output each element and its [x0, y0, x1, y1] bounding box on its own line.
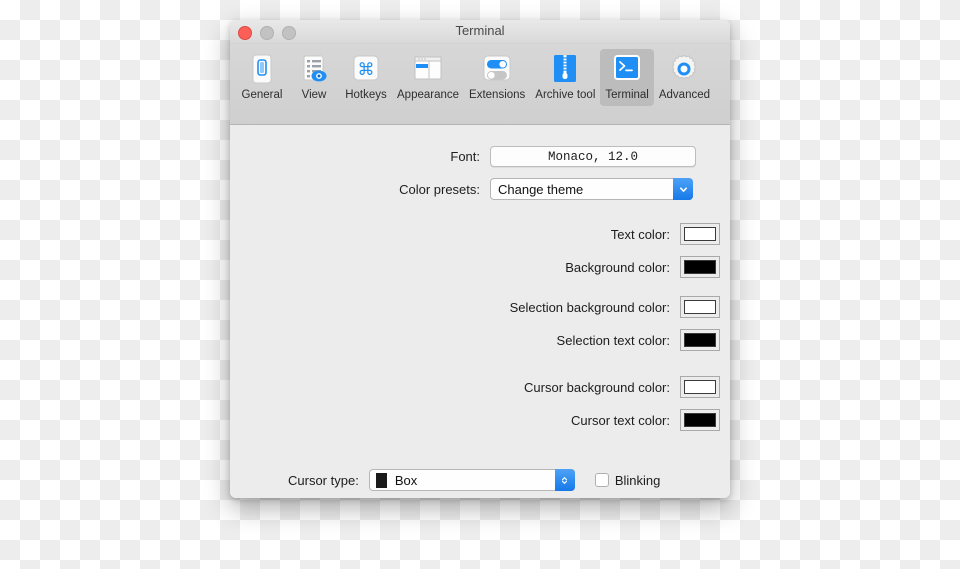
- text-color-label: Text color:: [610, 226, 670, 242]
- toolbar-item-general[interactable]: General: [236, 49, 288, 106]
- font-button[interactable]: Monaco, 12.0: [490, 146, 696, 167]
- blinking-label: Blinking: [614, 472, 661, 488]
- cursor-background-color-swatch: [684, 380, 716, 394]
- font-row: Font: Monaco, 12.0: [230, 146, 696, 167]
- cursor-text-color-well[interactable]: [680, 409, 720, 431]
- general-icon: [245, 52, 279, 86]
- selection-background-color-label: Selection background color:: [509, 299, 670, 315]
- color-presets-label: Color presets:: [399, 181, 480, 197]
- text-color-row: Text color:: [230, 223, 720, 245]
- preferences-toolbar: General View ⌘ Hotkeys Appearance Extens…: [230, 44, 730, 125]
- cursor-type-row: Cursor type: Box Blinking: [288, 469, 660, 491]
- cursor-type-label: Cursor type:: [288, 472, 359, 488]
- selection-background-color-row: Selection background color:: [230, 296, 720, 318]
- terminal-icon: [610, 52, 644, 86]
- font-label: Font:: [450, 149, 480, 164]
- selection-background-color-well[interactable]: [680, 296, 720, 318]
- cursor-background-color-row: Cursor background color:: [230, 376, 720, 398]
- toolbar-item-archive-tool[interactable]: Archive tool: [530, 49, 600, 106]
- background-color-row: Background color:: [230, 256, 720, 278]
- toolbar-item-label: Extensions: [469, 89, 526, 101]
- background-color-well[interactable]: [680, 256, 720, 278]
- chevron-down-icon[interactable]: [673, 178, 693, 200]
- toolbar-item-label: General: [241, 89, 283, 101]
- extensions-icon: [480, 52, 514, 86]
- cursor-text-color-swatch: [684, 413, 716, 427]
- toolbar-item-label: Hotkeys: [345, 89, 387, 101]
- cursor-type-popup[interactable]: Box: [368, 469, 575, 491]
- text-color-well[interactable]: [680, 223, 720, 245]
- selection-text-color-label: Selection text color:: [556, 332, 670, 348]
- background-color-label: Background color:: [565, 259, 670, 275]
- advanced-icon: [667, 52, 701, 86]
- selection-text-color-well[interactable]: [680, 329, 720, 351]
- toolbar-item-label: Archive tool: [535, 89, 596, 101]
- blinking-checkbox[interactable]: [594, 473, 609, 487]
- view-icon: [297, 52, 331, 86]
- cursor-background-color-well[interactable]: [680, 376, 720, 398]
- selection-text-color-row: Selection text color:: [230, 329, 720, 351]
- toolbar-item-view[interactable]: View: [288, 49, 340, 106]
- toolbar-item-terminal[interactable]: Terminal: [600, 49, 654, 106]
- cursor-background-color-label: Cursor background color:: [524, 379, 670, 395]
- terminal-settings-pane: Font: Monaco, 12.0 Color presets: Change…: [230, 125, 730, 498]
- cursor-type-value: Box: [394, 472, 418, 488]
- color-presets-combobox[interactable]: Change theme: [490, 178, 693, 200]
- svg-text:⌘: ⌘: [358, 60, 375, 80]
- cursor-shape-swatch: [375, 472, 387, 488]
- toolbar-item-extensions[interactable]: Extensions: [464, 49, 530, 106]
- preferences-window: Terminal General View ⌘ Hotkeys Appearan…: [230, 20, 730, 498]
- toolbar-item-label: View: [301, 89, 327, 101]
- toolbar-item-appearance[interactable]: Appearance: [392, 49, 464, 106]
- blinking-checkbox-row[interactable]: Blinking: [594, 472, 661, 488]
- hotkeys-icon: ⌘: [349, 52, 383, 86]
- toolbar-item-label: Terminal: [605, 89, 649, 101]
- appearance-icon: [411, 52, 445, 86]
- color-presets-row: Color presets: Change theme: [230, 178, 693, 200]
- window-titlebar: Terminal: [230, 20, 730, 44]
- selection-background-color-swatch: [684, 300, 716, 314]
- toolbar-item-hotkeys[interactable]: ⌘ Hotkeys: [340, 49, 392, 106]
- chevron-up-down-icon[interactable]: [554, 469, 575, 491]
- archive-tool-icon: [548, 52, 582, 86]
- toolbar-item-label: Appearance: [397, 89, 460, 101]
- toolbar-item-label: Advanced: [658, 89, 711, 101]
- toolbar-item-advanced[interactable]: Advanced: [654, 49, 715, 106]
- cursor-text-color-row: Cursor text color:: [230, 409, 720, 431]
- color-presets-value: Change theme: [498, 181, 584, 197]
- window-title: Terminal: [455, 23, 505, 38]
- selection-text-color-swatch: [684, 333, 716, 347]
- cursor-text-color-label: Cursor text color:: [571, 412, 670, 428]
- background-color-swatch: [684, 260, 716, 274]
- text-color-swatch: [684, 227, 716, 241]
